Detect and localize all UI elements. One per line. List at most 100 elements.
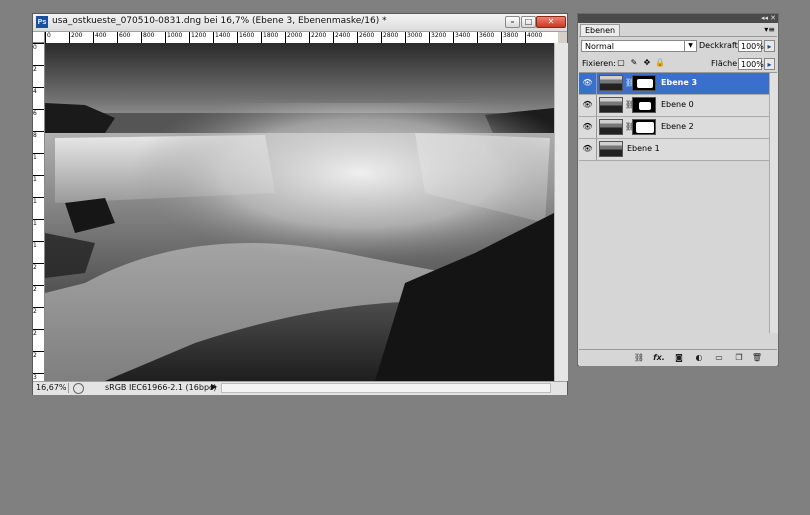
layer-mask-thumbnail[interactable] xyxy=(632,119,656,135)
color-profile: sRGB IEC61966-2.1 (16bpc) xyxy=(105,383,217,392)
vertical-scrollbar[interactable] xyxy=(554,43,568,381)
fill-label: Fläche: xyxy=(711,59,740,68)
ruler-tick: 2 xyxy=(33,351,44,359)
chevron-down-icon: ▼ xyxy=(684,41,696,51)
ruler-tick: 200 xyxy=(69,32,82,43)
layer-thumbnail[interactable] xyxy=(599,97,623,113)
layer-name[interactable]: Ebene 3 xyxy=(661,78,697,87)
ruler-tick: 2 xyxy=(33,65,44,73)
ruler-tick: 1 xyxy=(33,219,44,227)
ruler-tick: 2 xyxy=(33,307,44,315)
layer-row[interactable]: 👁 ⛓ Ebene 2 xyxy=(579,117,769,139)
layer-thumbnail[interactable] xyxy=(599,75,623,91)
horizontal-scrollbar[interactable] xyxy=(221,383,551,393)
ruler-tick: 3 xyxy=(33,373,44,381)
lock-transparency-icon[interactable]: ▢ xyxy=(616,58,626,68)
ruler-tick: 2200 xyxy=(309,32,326,43)
lock-label: Fixieren: xyxy=(582,59,616,68)
new-group-icon[interactable]: ▭ xyxy=(713,352,725,363)
panel-menu-icon[interactable]: ▾≡ xyxy=(764,25,775,34)
panel-footer: ⛓ fx. ◙ ◐ ▭ ❐ 🗑 xyxy=(579,349,777,366)
document-info-icon[interactable] xyxy=(73,383,84,394)
ruler-origin[interactable] xyxy=(33,32,45,43)
zoom-level[interactable]: 16,67% xyxy=(36,383,69,393)
opacity-input[interactable]: 100% xyxy=(738,40,764,52)
lock-move-icon[interactable]: ✥ xyxy=(642,58,652,68)
trash-icon[interactable]: 🗑 xyxy=(751,352,763,363)
ruler-tick: 1 xyxy=(33,153,44,161)
ruler-tick: 3200 xyxy=(429,32,446,43)
ruler-tick: 2 xyxy=(33,263,44,271)
layer-thumbnail[interactable] xyxy=(599,119,623,135)
lock-brush-icon[interactable]: ✎ xyxy=(629,58,639,68)
layer-row[interactable]: 👁 ⛓ Ebene 3 xyxy=(579,73,769,95)
lock-all-icon[interactable]: 🔒 xyxy=(655,58,665,68)
fx-icon[interactable]: fx. xyxy=(653,352,665,363)
vertical-ruler[interactable]: 0 2 4 6 8 1 1 1 1 1 2 2 2 2 2 3 xyxy=(33,43,45,381)
ruler-tick: 1400 xyxy=(213,32,230,43)
mask-shape xyxy=(636,122,654,133)
ruler-tick: 1 xyxy=(33,197,44,205)
divider xyxy=(596,139,597,160)
layers-panel: ◂◂ ✕ Ebenen ▾≡ Normal ▼ Deckkraft: 100% … xyxy=(577,13,779,366)
document-titlebar[interactable]: Ps usa_ostkueste_070510-0831.dng bei 16,… xyxy=(33,14,567,32)
panel-header[interactable]: ◂◂ ✕ xyxy=(578,14,778,23)
fill-stepper-button[interactable]: ▸ xyxy=(764,58,775,70)
ruler-tick: 4 xyxy=(33,87,44,95)
visibility-eye-icon[interactable]: 👁 xyxy=(582,122,593,132)
layer-mask-thumbnail[interactable] xyxy=(632,75,656,91)
close-button[interactable]: ✕ xyxy=(536,16,566,28)
minimize-button[interactable]: – xyxy=(505,16,520,28)
image-canvas[interactable] xyxy=(45,43,554,381)
fill-input[interactable]: 100% xyxy=(738,58,764,70)
ruler-tick: 2 xyxy=(33,329,44,337)
layers-list: 👁 ⛓ Ebene 3 👁 ⛓ Ebene 0 👁 ⛓ Ebene 2 👁 Eb… xyxy=(579,72,778,333)
adjustment-layer-icon[interactable]: ◐ xyxy=(693,352,705,363)
maximize-button[interactable]: □ xyxy=(521,16,536,28)
divider xyxy=(596,117,597,138)
ruler-tick: 400 xyxy=(93,32,106,43)
waterfall-photo xyxy=(45,43,554,381)
link-layers-icon[interactable]: ⛓ xyxy=(633,352,645,363)
ruler-tick: 1800 xyxy=(261,32,278,43)
ruler-tick: 2000 xyxy=(285,32,302,43)
panel-body: Normal ▼ Deckkraft: 100% ▸ Fixieren: ▢ ✎… xyxy=(579,36,778,366)
photoshop-icon: Ps xyxy=(36,16,48,28)
ruler-tick: 0 xyxy=(33,43,44,51)
divider xyxy=(596,73,597,94)
ruler-tick: 2600 xyxy=(357,32,374,43)
visibility-eye-icon[interactable]: 👁 xyxy=(582,78,593,88)
document-title: usa_ostkueste_070510-0831.dng bei 16,7% … xyxy=(52,16,387,26)
collapse-icon[interactable]: ◂◂ xyxy=(761,14,768,22)
ruler-tick: 8 xyxy=(33,131,44,139)
layers-scrollbar[interactable] xyxy=(769,73,778,333)
ruler-tick: 1000 xyxy=(165,32,182,43)
opacity-stepper-button[interactable]: ▸ xyxy=(764,40,775,52)
close-icon[interactable]: ✕ xyxy=(770,14,776,22)
blend-mode-select[interactable]: Normal ▼ xyxy=(581,40,697,52)
status-bar: 16,67% sRGB IEC61966-2.1 (16bpc) ▶ xyxy=(33,381,567,395)
layer-name[interactable]: Ebene 0 xyxy=(661,100,694,109)
add-mask-icon[interactable]: ◙ xyxy=(673,352,685,363)
layer-row[interactable]: 👁 Ebene 1 xyxy=(579,139,769,161)
ruler-tick: 2 xyxy=(33,285,44,293)
ruler-tick: 4000 xyxy=(525,32,542,43)
ruler-tick: 600 xyxy=(117,32,130,43)
layer-name[interactable]: Ebene 2 xyxy=(661,122,694,131)
visibility-eye-icon[interactable]: 👁 xyxy=(582,100,593,110)
document-window[interactable]: Ps usa_ostkueste_070510-0831.dng bei 16,… xyxy=(32,13,568,395)
layer-row[interactable]: 👁 ⛓ Ebene 0 xyxy=(579,95,769,117)
ruler-tick: 6 xyxy=(33,109,44,117)
ruler-tick: 3400 xyxy=(453,32,470,43)
layer-mask-thumbnail[interactable] xyxy=(632,97,656,113)
ruler-tick: 1 xyxy=(33,175,44,183)
status-menu-arrow-icon[interactable]: ▶ xyxy=(211,382,217,391)
new-layer-icon[interactable]: ❐ xyxy=(733,352,745,363)
ruler-tick: 800 xyxy=(141,32,154,43)
visibility-eye-icon[interactable]: 👁 xyxy=(582,144,593,154)
ruler-tick: 1200 xyxy=(189,32,206,43)
layer-name[interactable]: Ebene 1 xyxy=(627,144,660,153)
ruler-tick: 3600 xyxy=(477,32,494,43)
ruler-tick: 3000 xyxy=(405,32,422,43)
layer-thumbnail[interactable] xyxy=(599,141,623,157)
